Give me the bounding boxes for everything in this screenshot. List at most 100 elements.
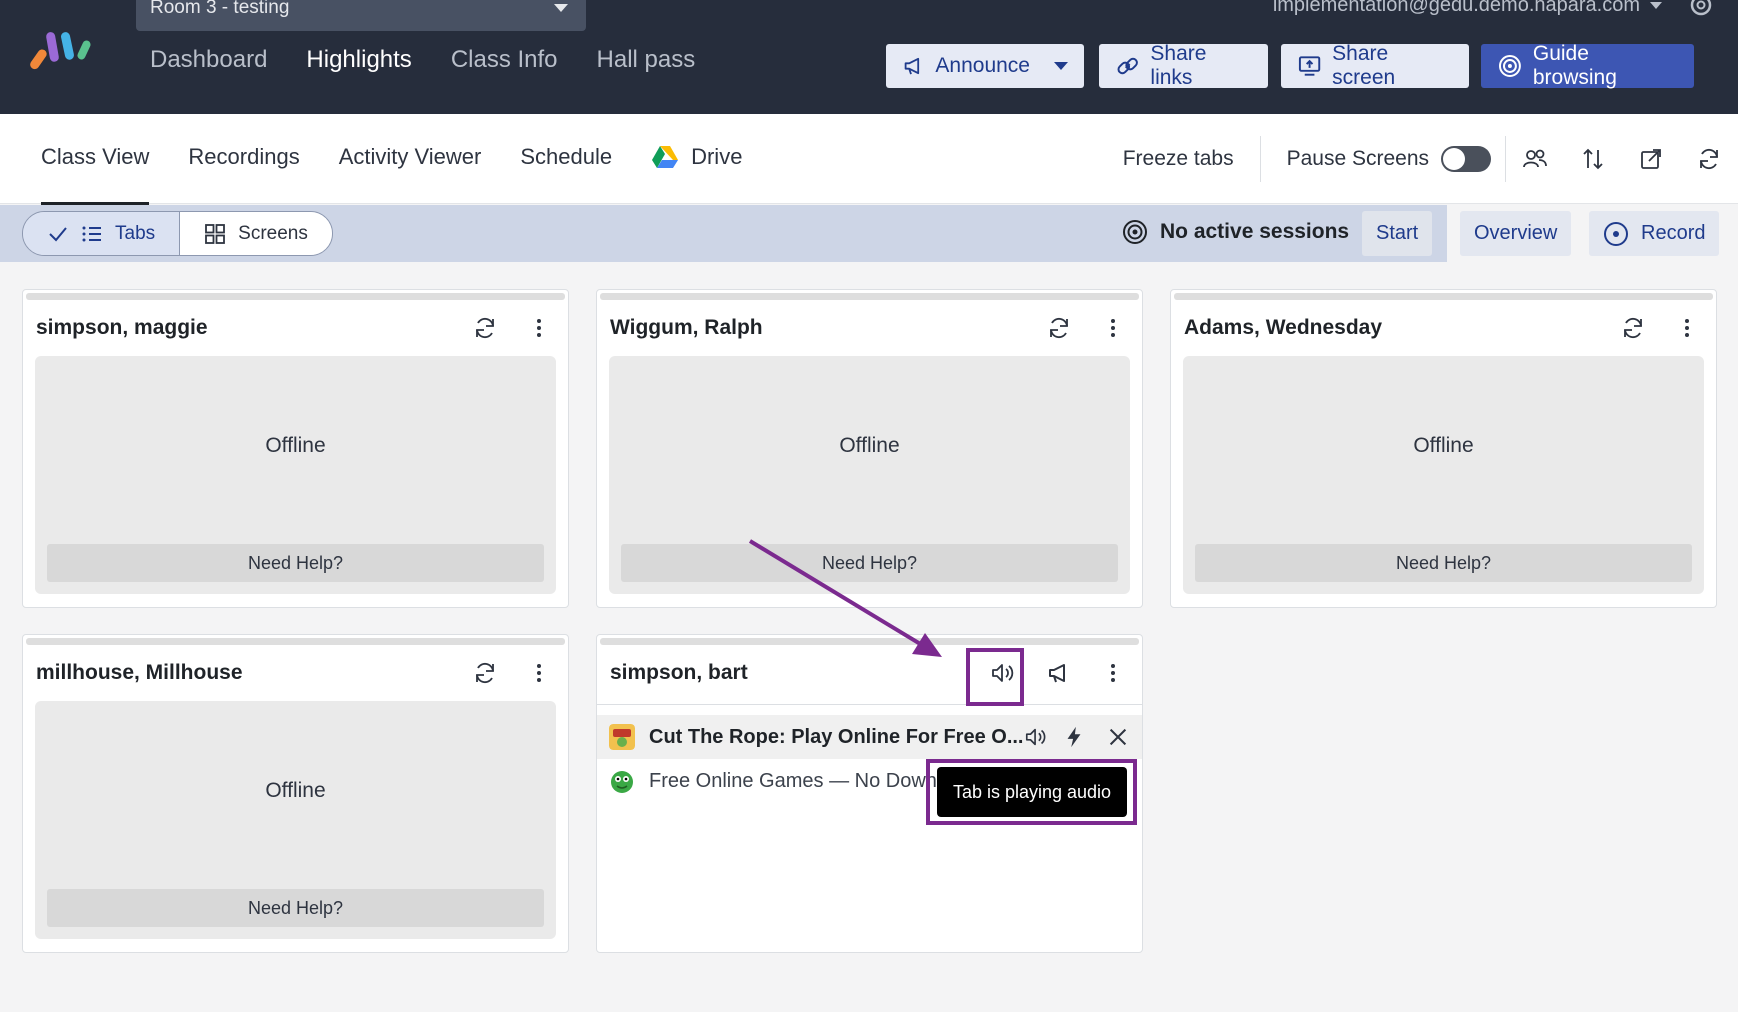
top-bar: Room 3 - testing Dashboard Highlights Cl… — [0, 0, 1738, 114]
start-session-button[interactable]: Start — [1362, 211, 1433, 256]
view-toggle: Tabs Screens — [22, 211, 333, 256]
student-name: millhouse, Millhouse — [36, 661, 243, 684]
student-card: Adams, Wednesday Offline Need Help? — [1170, 289, 1717, 608]
freeze-tabs-button[interactable]: Freeze tabs — [1123, 147, 1260, 171]
session-bar: Tabs Screens No active sessions Start Ov… — [0, 205, 1738, 262]
more-options-icon[interactable] — [1668, 309, 1706, 347]
tab-audio-tooltip: Tab is playing audio — [937, 767, 1127, 817]
session-status-text: No active sessions — [1160, 220, 1350, 243]
student-name: simpson, maggie — [36, 316, 208, 339]
view-tabs: Class View Recordings Activity Viewer Sc… — [41, 144, 781, 205]
open-external-icon[interactable] — [1622, 136, 1680, 182]
room-select-value: Room 3 - testing — [150, 0, 290, 18]
screen-preview: Offline Need Help? — [609, 356, 1130, 594]
audio-icon-highlight — [966, 648, 1024, 706]
account-menu[interactable]: implementation@gedu.demo.hapara.com — [1273, 0, 1662, 17]
announce-label: Announce — [935, 54, 1030, 77]
record-label: Record — [1641, 222, 1706, 244]
tab-class-view[interactable]: Class View — [41, 144, 150, 205]
link-icon — [1117, 57, 1138, 75]
nav-highlights[interactable]: Highlights — [306, 46, 411, 74]
people-icon[interactable] — [1506, 136, 1564, 182]
need-help-button[interactable]: Need Help? — [621, 544, 1118, 582]
refresh-icon[interactable] — [466, 654, 504, 692]
grid-icon — [205, 223, 226, 244]
offline-status: Offline — [265, 779, 326, 802]
pause-screens-control[interactable]: Pause Screens — [1261, 146, 1505, 172]
close-icon[interactable] — [1106, 725, 1130, 749]
tab-title: Free Online Games — No Downl — [649, 769, 939, 792]
refresh-icon[interactable] — [466, 309, 504, 347]
student-card-header: millhouse, Millhouse — [36, 653, 558, 693]
offline-status: Offline — [1413, 434, 1474, 457]
more-options-icon[interactable] — [1094, 309, 1132, 347]
nav-dashboard[interactable]: Dashboard — [150, 46, 267, 74]
student-card: simpson, maggie Offline Need Help? — [22, 289, 569, 608]
record-button[interactable]: Record — [1589, 211, 1720, 256]
tabs-view-button[interactable]: Tabs — [23, 212, 180, 255]
sort-icon[interactable] — [1564, 136, 1622, 182]
need-help-button[interactable]: Need Help? — [47, 544, 544, 582]
need-help-button[interactable]: Need Help? — [1195, 544, 1692, 582]
refresh-icon[interactable] — [1040, 309, 1078, 347]
student-card-header: simpson, maggie — [36, 308, 558, 348]
tab-actions — [1024, 725, 1130, 749]
record-icon — [1604, 221, 1628, 246]
student-card-header: Wiggum, Ralph — [610, 308, 1132, 348]
student-name: Adams, Wednesday — [1184, 316, 1383, 339]
refresh-icon[interactable] — [1614, 309, 1652, 347]
divider — [597, 704, 1142, 705]
chevron-down-icon — [554, 4, 568, 12]
share-screen-label: Share screen — [1332, 42, 1396, 89]
nav-hall-pass[interactable]: Hall pass — [597, 46, 696, 74]
lightning-icon[interactable] — [1062, 725, 1086, 749]
chevron-down-icon — [1054, 62, 1068, 70]
screen-preview: Offline Need Help? — [35, 701, 556, 939]
nav-class-info[interactable]: Class Info — [451, 46, 558, 74]
speaker-icon[interactable] — [1024, 725, 1048, 749]
browser-tab-row[interactable]: Cut The Rope: Play Online For Free O... — [597, 715, 1142, 759]
student-card: millhouse, Millhouse Offline Need Help? — [22, 634, 569, 953]
tabs-view-label: Tabs — [115, 222, 156, 244]
screens-view-button[interactable]: Screens — [179, 212, 332, 255]
student-name: Wiggum, Ralph — [610, 316, 763, 339]
tab-activity-viewer[interactable]: Activity Viewer — [339, 144, 482, 170]
account-email: implementation@gedu.demo.hapara.com — [1272, 0, 1640, 16]
share-screen-button[interactable]: Share screen — [1281, 42, 1469, 89]
target-icon — [1498, 55, 1521, 77]
target-icon — [1123, 220, 1147, 244]
student-card-header: Adams, Wednesday — [1184, 308, 1706, 348]
google-drive-icon — [652, 146, 679, 168]
guide-browsing-button[interactable]: Guide browsing — [1481, 42, 1694, 89]
pause-screens-label: Pause Screens — [1286, 147, 1429, 170]
more-options-icon[interactable] — [1094, 654, 1132, 692]
overview-button[interactable]: Overview — [1460, 211, 1572, 256]
offline-status: Offline — [839, 434, 900, 457]
screen-preview: Offline Need Help? — [1183, 356, 1704, 594]
tab-drive-label: Drive — [691, 144, 743, 169]
pause-screens-toggle[interactable] — [1441, 146, 1491, 172]
session-status: No active sessions — [1122, 219, 1349, 245]
tab-recordings[interactable]: Recordings — [188, 144, 299, 170]
student-card: Wiggum, Ralph Offline Need Help? — [596, 289, 1143, 608]
announce-button[interactable]: Announce — [886, 44, 1084, 88]
megaphone-icon[interactable] — [1040, 654, 1078, 692]
more-options-icon[interactable] — [520, 309, 558, 347]
room-select[interactable]: Room 3 - testing — [136, 0, 586, 31]
class-tools: Freeze tabs Pause Screens — [1123, 114, 1738, 204]
screens-view-label: Screens — [238, 222, 308, 244]
more-options-icon[interactable] — [520, 654, 558, 692]
gear-icon[interactable] — [1686, 0, 1716, 20]
share-links-label: Share links — [1150, 42, 1207, 89]
cut-the-rope-favicon — [609, 724, 635, 750]
offline-status: Offline — [265, 434, 326, 457]
main-nav: Dashboard Highlights Class Info Hall pas… — [150, 46, 734, 74]
screen-share-icon — [1298, 56, 1321, 76]
tab-drive[interactable]: Drive — [651, 144, 742, 170]
refresh-all-icon[interactable] — [1680, 136, 1738, 182]
hapara-logo[interactable] — [30, 26, 100, 72]
share-links-button[interactable]: Share links — [1099, 42, 1268, 89]
chevron-down-icon — [1650, 2, 1662, 9]
need-help-button[interactable]: Need Help? — [47, 889, 544, 927]
tab-schedule[interactable]: Schedule — [520, 144, 612, 170]
